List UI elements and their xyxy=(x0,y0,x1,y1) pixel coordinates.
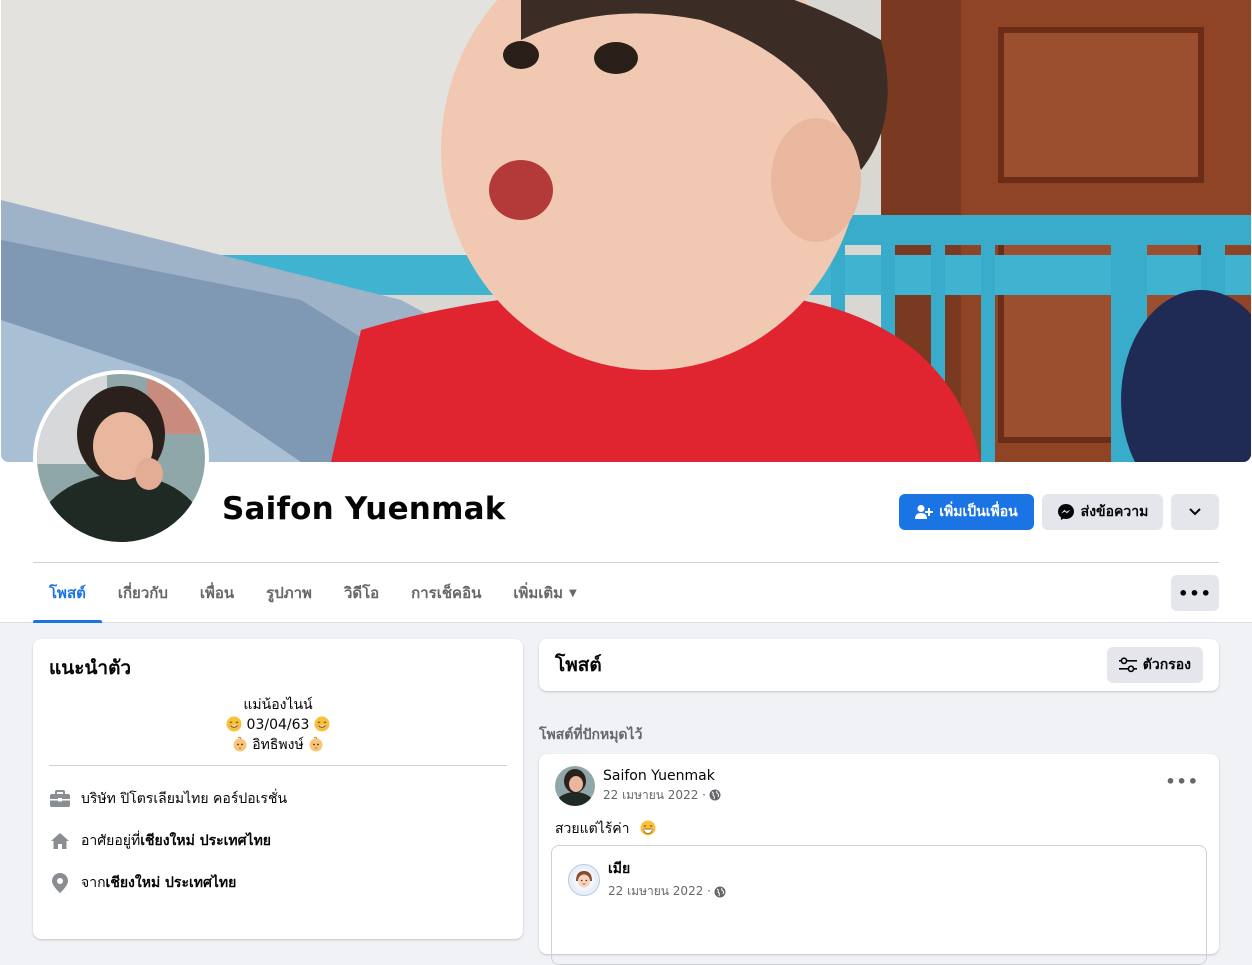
post-date[interactable]: 22 เมษายน 2022 · xyxy=(603,786,706,805)
post-meta: 22 เมษายน 2022 · xyxy=(603,786,721,805)
profile-tabs: โพสต์ เกี่ยวกับ เพื่อน รูปภาพ วิดีโอ การ… xyxy=(33,563,593,623)
add-friend-icon xyxy=(915,505,934,519)
globe-icon xyxy=(714,886,726,897)
from-prefix: จาก xyxy=(81,875,106,891)
post-text: สวยแต่ไร้ค่า xyxy=(555,818,1203,840)
tab-posts[interactable]: โพสต์ xyxy=(33,563,102,623)
tab-videos[interactable]: วิดีโอ xyxy=(328,563,395,623)
filter-sliders-icon xyxy=(1118,657,1137,673)
tab-checkins[interactable]: การเช็คอิน xyxy=(395,563,497,623)
intro-divider xyxy=(49,765,507,766)
profile-header: Saifon Yuenmak เพิ่มเป็นเพื่อน ส่งข้อควา… xyxy=(0,0,1252,623)
intro-title: แนะนำตัว xyxy=(49,657,132,679)
bio: แม่น้องไนน์ 03/04/63 อิทธิพงษ์ xyxy=(49,695,507,755)
shared-post-header: เมีย 22 เมษายน 2022 · xyxy=(568,858,1190,901)
caret-down-icon: ▼ xyxy=(569,587,577,599)
bio-line-2: 03/04/63 xyxy=(49,715,507,735)
post-author-avatar[interactable] xyxy=(555,766,595,806)
location-pin-icon xyxy=(49,872,71,894)
from-place[interactable]: เชียงใหม่ ประเทศไทย xyxy=(106,872,237,894)
lives-place[interactable]: เชียงใหม่ ประเทศไทย xyxy=(140,830,271,852)
filter-label: ตัวกรอง xyxy=(1142,657,1191,673)
home-icon xyxy=(49,830,71,852)
message-label: ส่งข้อความ xyxy=(1080,504,1149,520)
tab-about[interactable]: เกี่ยวกับ xyxy=(102,563,184,623)
more-dots-icon: ••• xyxy=(1165,772,1199,791)
tabs-more-button[interactable]: ••• xyxy=(1171,575,1219,611)
add-friend-label: เพิ่มเป็นเพื่อน xyxy=(939,504,1018,520)
filter-button[interactable]: ตัวกรอง xyxy=(1106,647,1203,683)
shared-author-avatar[interactable] xyxy=(568,863,600,896)
post-options-button[interactable]: ••• xyxy=(1165,772,1199,791)
globe-icon xyxy=(709,789,721,801)
message-button[interactable]: ส่งข้อความ xyxy=(1042,494,1163,530)
messenger-icon xyxy=(1057,504,1074,520)
baby-emoji-icon xyxy=(309,736,323,752)
intro-card: แนะนำตัว แม่น้องไนน์ 03/04/63 อิทธิพงษ์ … xyxy=(33,639,523,939)
shared-post[interactable]: เมีย 22 เมษายน 2022 · xyxy=(551,845,1207,965)
add-friend-button[interactable]: เพิ่มเป็นเพื่อน xyxy=(899,494,1034,530)
tab-friends[interactable]: เพื่อน xyxy=(184,563,250,623)
tab-more[interactable]: เพิ่มเติม ▼ xyxy=(497,563,592,623)
tab-photos[interactable]: รูปภาพ xyxy=(250,563,328,623)
grin-emoji-icon xyxy=(640,820,656,836)
profile-options-button[interactable] xyxy=(1171,494,1219,530)
bio-line-3: อิทธิพงษ์ xyxy=(49,735,507,755)
posts-title: โพสต์ xyxy=(555,654,602,676)
cover-photo[interactable] xyxy=(1,0,1251,462)
info-work: บริษัท ปิโตรเลียมไทย คอร์ปอเรชั่น xyxy=(49,778,507,820)
smile-emoji-icon xyxy=(314,716,330,732)
profile-name: Saifon Yuenmak xyxy=(222,491,506,527)
shared-post-date[interactable]: 22 เมษายน 2022 · xyxy=(608,882,711,901)
pinned-post: Saifon Yuenmak 22 เมษายน 2022 · ••• สวยแ… xyxy=(539,754,1219,965)
profile-avatar[interactable] xyxy=(33,370,209,546)
more-dots-icon: ••• xyxy=(1178,583,1212,603)
pinned-posts-label: โพสต์ที่ปักหมุดไว้ xyxy=(539,727,643,743)
briefcase-icon xyxy=(49,788,71,810)
lives-prefix: อาศัยอยู่ที่ xyxy=(81,833,141,849)
info-lives: อาศัยอยู่ที่ เชียงใหม่ ประเทศไทย xyxy=(49,820,507,862)
shared-post-meta: 22 เมษายน 2022 · xyxy=(608,882,726,901)
post-header: Saifon Yuenmak 22 เมษายน 2022 · xyxy=(555,766,1203,806)
posts-header-card: โพสต์ ตัวกรอง xyxy=(539,639,1219,691)
smile-emoji-icon xyxy=(226,716,242,732)
work-text[interactable]: บริษัท ปิโตรเลียมไทย คอร์ปอเรชั่น xyxy=(81,788,287,810)
info-from: จาก เชียงใหม่ ประเทศไทย xyxy=(49,862,507,904)
post-author-name[interactable]: Saifon Yuenmak xyxy=(603,768,721,784)
shared-author-name[interactable]: เมีย xyxy=(608,858,726,880)
baby-emoji-icon xyxy=(233,736,247,752)
bio-line-1: แม่น้องไนน์ xyxy=(243,697,313,713)
chevron-down-icon xyxy=(1189,508,1201,516)
